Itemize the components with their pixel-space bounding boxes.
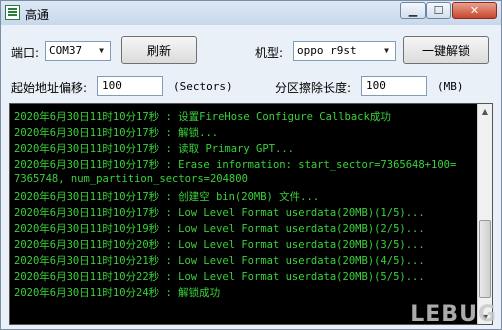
start-offset-input[interactable]: 100: [97, 76, 163, 96]
log-line: 2020年6月30日11时10分17秒 : 设置FireHose Configu…: [14, 111, 391, 123]
port-value: COM37: [49, 44, 83, 57]
app-icon: [5, 5, 20, 20]
app-window: 高通 ▁ ☐ ✕ 端口: COM37 ▼ 刷新 机型: oppo r9st ▼ …: [0, 0, 502, 330]
maximize-button[interactable]: ☐: [426, 2, 451, 19]
log-line: 2020年6月30日11时10分22秒 : Low Level Format u…: [14, 271, 425, 283]
start-offset-label: 起始地址偏移:: [11, 81, 88, 95]
log-line: 2020年6月30日11时10分17秒 : Erase information:…: [14, 159, 457, 171]
erase-length-input[interactable]: 100: [361, 76, 427, 96]
port-label: 端口:: [11, 46, 40, 60]
minimize-icon: ▁: [408, 4, 418, 17]
scroll-up-icon[interactable]: ▲: [478, 104, 492, 118]
chevron-down-icon[interactable]: ▼: [94, 43, 109, 59]
log-line: 2020年6月30日11时10分24秒 : 解锁成功: [14, 287, 221, 299]
title-bar[interactable]: 高通 ▁ ☐ ✕: [1, 1, 501, 25]
unlock-button[interactable]: 一键解锁: [403, 36, 489, 64]
watermark-logo: LEBUG: [410, 302, 497, 327]
log-line: 2020年6月30日11时10分17秒 : 读取 Primary GPT...: [14, 143, 294, 155]
erase-length-unit: (MB): [437, 80, 464, 93]
log-line: 7365748, num_partition_sectors=204800: [14, 173, 248, 185]
log-line: 2020年6月30日11时10分17秒 : 创建空 bin(20MB) 文件..…: [14, 191, 320, 203]
model-value: oppo r9st: [297, 44, 357, 57]
log-line: 2020年6月30日11时10分20秒 : Low Level Format u…: [14, 239, 425, 251]
log-line: 2020年6月30日11时10分17秒 : 解锁...: [14, 127, 219, 139]
log-scrollbar[interactable]: ▲ ▼: [477, 104, 492, 324]
close-icon: ✕: [469, 4, 480, 17]
chevron-down-icon[interactable]: ▼: [379, 43, 394, 59]
refresh-button-label: 刷新: [146, 43, 171, 58]
log-console[interactable]: 2020年6月30日11时10分17秒 : 设置FireHose Configu…: [9, 103, 493, 325]
model-label: 机型:: [255, 46, 284, 60]
minimize-button[interactable]: ▁: [400, 2, 426, 19]
port-select[interactable]: COM37 ▼: [45, 41, 111, 61]
maximize-icon: ☐: [433, 4, 444, 17]
unlock-button-label: 一键解锁: [421, 43, 470, 58]
erase-length-label: 分区擦除长度:: [275, 81, 352, 95]
model-select[interactable]: oppo r9st ▼: [293, 41, 396, 61]
log-line: 2020年6月30日11时10分21秒 : Low Level Format u…: [14, 255, 425, 267]
close-button[interactable]: ✕: [452, 2, 497, 19]
scroll-thumb[interactable]: [479, 220, 491, 298]
log-line: 2020年6月30日11时10分17秒 : Low Level Format u…: [14, 207, 425, 219]
start-offset-unit: (Sectors): [173, 80, 233, 93]
window-title: 高通: [25, 8, 50, 22]
refresh-button[interactable]: 刷新: [121, 36, 197, 64]
log-line: 2020年6月30日11时10分19秒 : Low Level Format u…: [14, 223, 425, 235]
